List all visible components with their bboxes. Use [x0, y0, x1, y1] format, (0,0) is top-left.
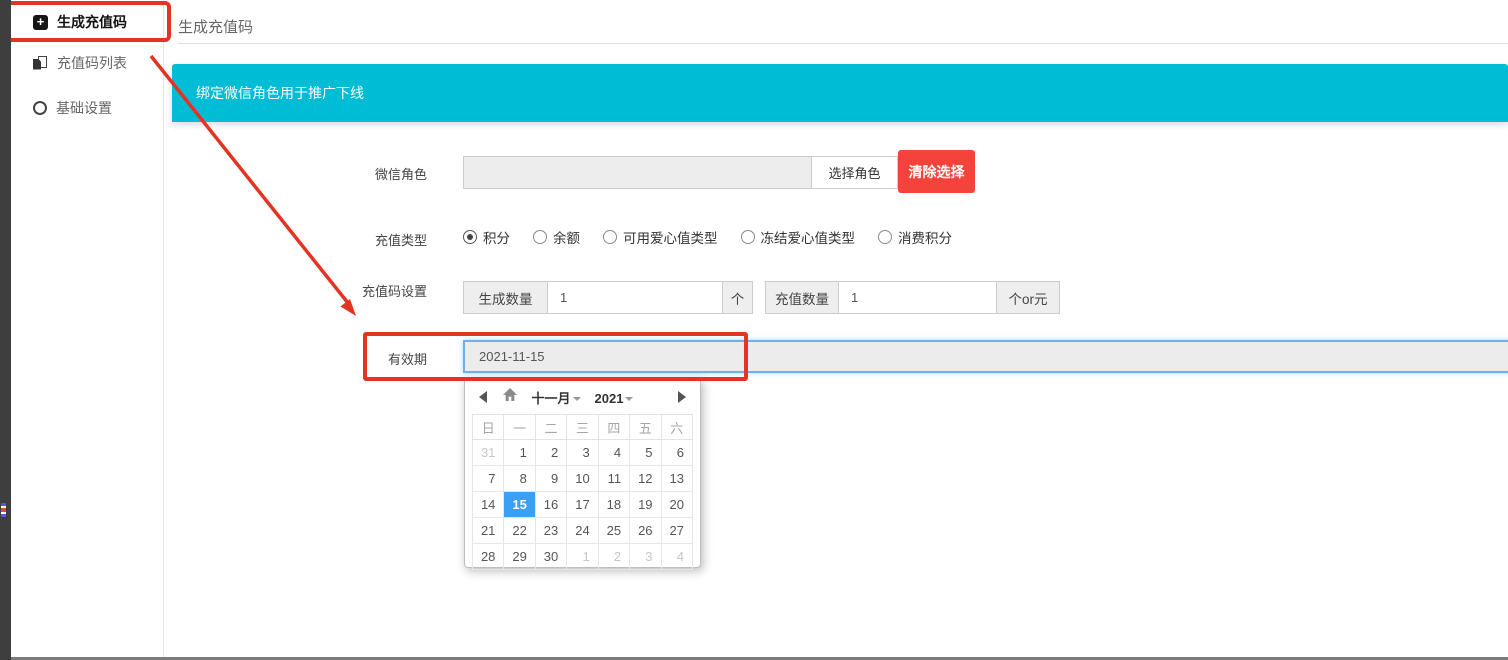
edge-widget	[1, 503, 6, 517]
generate-count-input[interactable]: 1	[548, 281, 722, 314]
recharge-type-label: 充值类型	[287, 230, 427, 249]
day-cell[interactable]: 24	[567, 518, 598, 544]
generate-count-suffix: 个	[722, 281, 753, 314]
day-of-week-header: 四	[598, 415, 629, 440]
day-of-week-header: 三	[567, 415, 598, 440]
day-cell[interactable]: 11	[598, 466, 629, 492]
validity-label: 有效期	[287, 349, 427, 368]
month-select[interactable]: 十一月	[532, 391, 581, 406]
sidebar-item-label: 生成充值码	[57, 12, 127, 32]
sidebar-item-2[interactable]: 基础设置	[11, 93, 163, 123]
radio-icon	[741, 230, 755, 244]
radio-label: 可用爱心值类型	[623, 227, 718, 247]
day-cell[interactable]: 8	[504, 466, 535, 492]
datepicker-grid: 日一二三四五六 31123456789101112131415161718192…	[472, 414, 693, 570]
day-cell[interactable]: 23	[535, 518, 566, 544]
day-cell[interactable]: 2	[598, 544, 629, 570]
radio-selected-icon	[463, 230, 477, 244]
radio-option-1[interactable]: 余额	[533, 227, 580, 247]
day-cell[interactable]: 31	[473, 440, 504, 466]
day-cell[interactable]: 29	[504, 544, 535, 570]
sidebar-item-label: 充值码列表	[57, 53, 127, 73]
sidebar-item-0[interactable]: 生成充值码	[11, 7, 163, 37]
day-cell[interactable]: 30	[535, 544, 566, 570]
day-cell[interactable]: 26	[630, 518, 661, 544]
title-divider	[178, 43, 1508, 44]
sidebar-item-label: 基础设置	[56, 98, 112, 118]
radio-option-2[interactable]: 可用爱心值类型	[603, 227, 718, 247]
day-cell[interactable]: 21	[473, 518, 504, 544]
day-cell[interactable]: 7	[473, 466, 504, 492]
day-cell[interactable]: 1	[504, 440, 535, 466]
day-cell[interactable]: 17	[567, 492, 598, 518]
day-cell[interactable]: 6	[661, 440, 692, 466]
recharge-count-input[interactable]: 1	[839, 281, 996, 314]
day-cell[interactable]: 3	[567, 440, 598, 466]
day-cell[interactable]: 5	[630, 440, 661, 466]
day-cell[interactable]: 3	[630, 544, 661, 570]
next-month-icon[interactable]	[678, 391, 686, 403]
recharge-count-addon: 充值数量	[765, 281, 839, 314]
day-cell[interactable]: 25	[598, 518, 629, 544]
chevron-down-icon	[625, 397, 633, 401]
radio-label: 冻结爱心值类型	[761, 227, 856, 247]
datepicker-title: 十一月 2021	[465, 388, 700, 407]
day-cell[interactable]: 19	[630, 492, 661, 518]
datepicker-popup: 十一月2021 日一二三四五六 311234567891011121314151…	[464, 378, 701, 568]
recharge-count-suffix: 个or元	[996, 281, 1060, 314]
radio-label: 余额	[553, 227, 580, 247]
day-of-week-header: 日	[473, 415, 504, 440]
sidebar-item-1[interactable]: 充值码列表	[11, 48, 163, 78]
day-of-week-header: 一	[504, 415, 535, 440]
day-cell[interactable]: 4	[661, 544, 692, 570]
day-cell[interactable]: 28	[473, 544, 504, 570]
day-cell[interactable]: 4	[598, 440, 629, 466]
day-cell[interactable]: 1	[567, 544, 598, 570]
wechat-role-input[interactable]	[463, 156, 812, 189]
day-cell[interactable]: 10	[567, 466, 598, 492]
radio-icon	[533, 230, 547, 244]
plus-square-icon	[33, 15, 48, 30]
chevron-down-icon	[573, 397, 581, 401]
radio-option-4[interactable]: 消费积分	[878, 227, 952, 247]
day-cell[interactable]: 20	[661, 492, 692, 518]
day-of-week-header: 二	[535, 415, 566, 440]
radio-label: 消费积分	[898, 227, 952, 247]
recharge-count-group: 充值数量 1 个or元	[765, 281, 1060, 314]
day-cell[interactable]: 12	[630, 466, 661, 492]
day-cell[interactable]: 2	[535, 440, 566, 466]
datepicker-nav: 十一月 2021	[465, 385, 700, 409]
clear-selection-button[interactable]: 清除选择	[898, 150, 975, 193]
year-select[interactable]: 2021	[595, 391, 634, 406]
radio-option-0[interactable]: 积分	[463, 227, 510, 247]
radio-option-3[interactable]: 冻结爱心值类型	[741, 227, 856, 247]
copy-icon	[33, 56, 48, 71]
day-of-week-header: 六	[661, 415, 692, 440]
day-cell[interactable]: 9	[535, 466, 566, 492]
day-cell[interactable]: 27	[661, 518, 692, 544]
recharge-type-options: 积分 余额 可用爱心值类型 冻结爱心值类型 消费积分	[463, 227, 952, 247]
page-title: 生成充值码	[178, 16, 253, 37]
day-cell[interactable]: 22	[504, 518, 535, 544]
select-role-button[interactable]: 选择角色	[811, 156, 898, 189]
validity-date-input[interactable]: 2021-11-15	[463, 340, 1508, 373]
day-cell[interactable]: 13	[661, 466, 692, 492]
panel-header-text: 绑定微信角色用于推广下线	[196, 83, 364, 103]
generate-count-addon: 生成数量	[463, 281, 548, 314]
day-cell-selected[interactable]: 15	[504, 492, 535, 518]
code-settings-label: 充值码设置	[287, 281, 427, 300]
day-cell[interactable]: 14	[473, 492, 504, 518]
day-of-week-header: 五	[630, 415, 661, 440]
generate-count-group: 生成数量 1 个	[463, 281, 753, 314]
radio-icon	[878, 230, 892, 244]
circle-icon	[33, 101, 47, 115]
radio-label: 积分	[483, 227, 510, 247]
radio-icon	[603, 230, 617, 244]
panel-header: 绑定微信角色用于推广下线	[172, 64, 1508, 122]
window-edge-strip	[0, 0, 11, 660]
wechat-role-label: 微信角色	[287, 164, 427, 183]
sidebar: 生成充值码充值码列表基础设置	[11, 0, 164, 657]
day-cell[interactable]: 18	[598, 492, 629, 518]
day-cell[interactable]: 16	[535, 492, 566, 518]
